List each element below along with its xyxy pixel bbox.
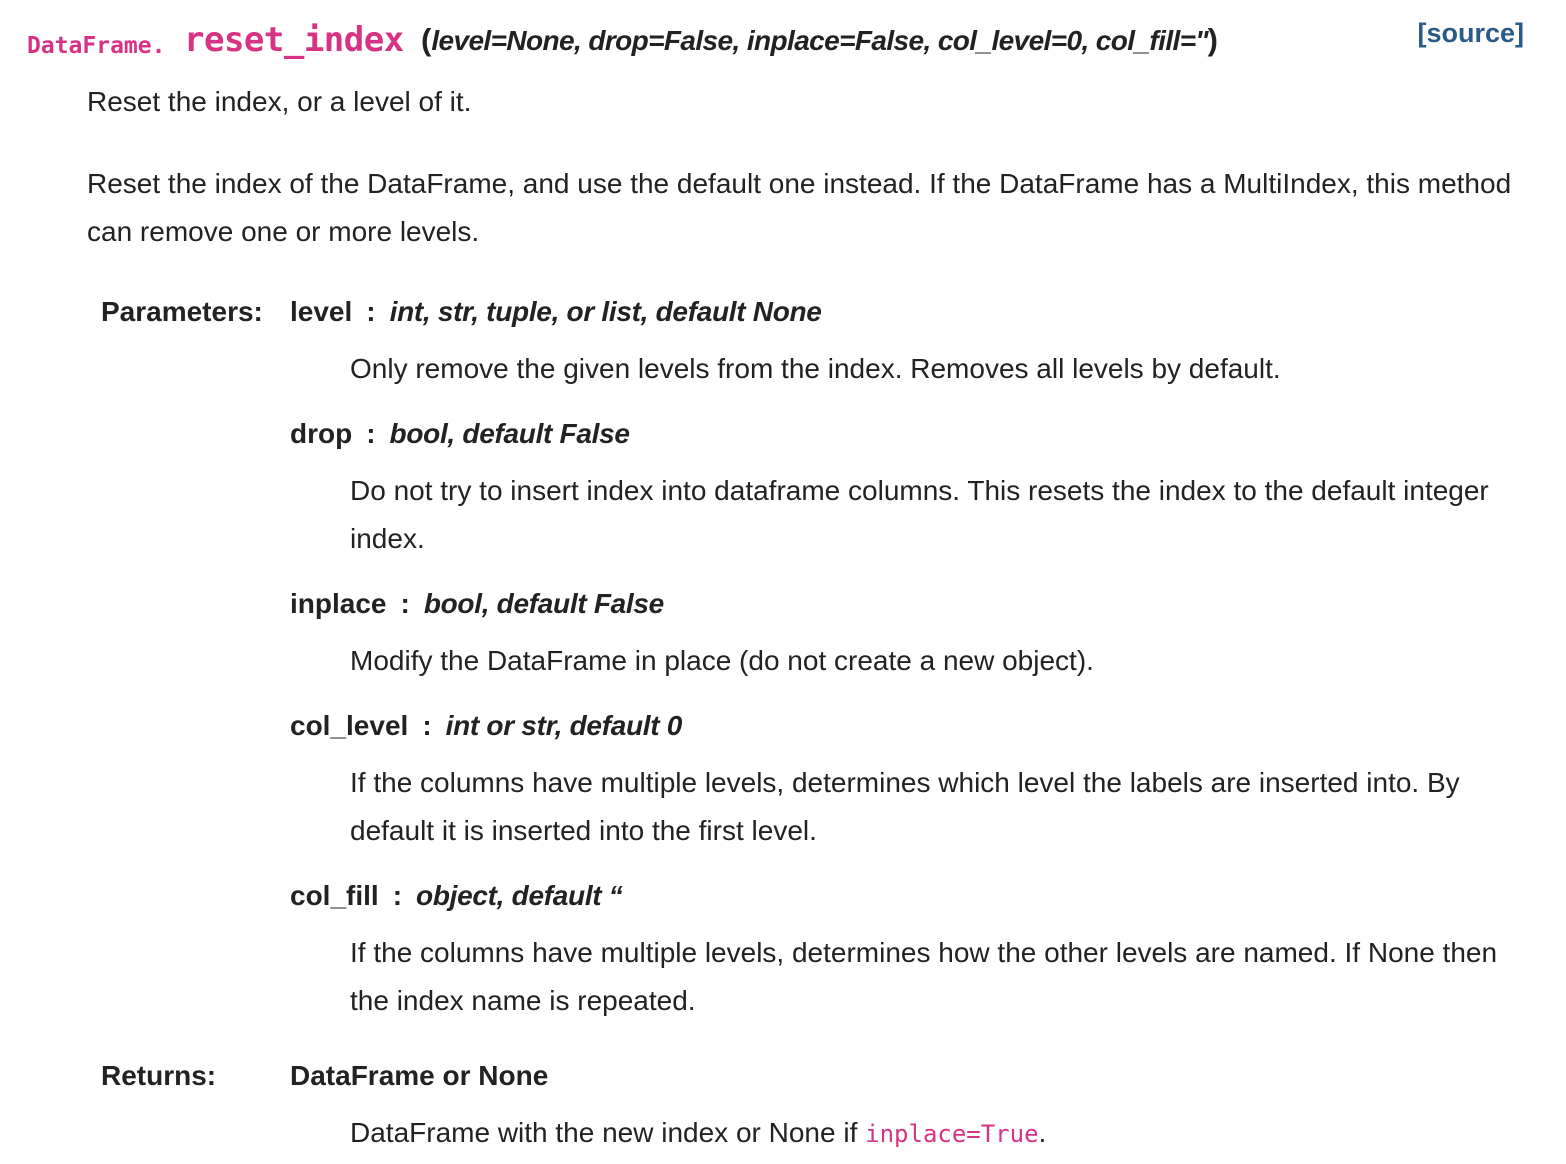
param-drop-description: Do not try to insert index into datafram… xyxy=(350,475,1489,554)
param-name: drop xyxy=(290,418,353,449)
signature-open-paren: ( xyxy=(421,22,432,57)
signature-parameters: (level=None, drop=False, inplace=False, … xyxy=(421,22,1218,58)
param-name: level xyxy=(290,296,353,327)
param-inplace-header: inplace: bool, default False xyxy=(290,588,664,619)
param-level-header: level: int, str, tuple, or list, default … xyxy=(290,296,822,327)
param-drop-header: drop: bool, default False xyxy=(290,418,630,449)
param-col-fill-description: If the columns have multiple levels, det… xyxy=(350,937,1498,1016)
param-col-fill-header: col_fill: object, default “ xyxy=(290,880,623,911)
returns-label: Returns: xyxy=(101,1060,217,1091)
summary-text: Reset the index, or a level of it. xyxy=(87,86,472,117)
param-level-description: Only remove the given levels from the in… xyxy=(350,353,1281,384)
signature-class-prefix: DataFrame. xyxy=(27,33,166,59)
source-link[interactable]: [source] xyxy=(1417,18,1524,49)
param-name: col_level xyxy=(290,710,409,741)
returns-desc-end: . xyxy=(1038,1117,1047,1148)
signature-close-paren: ) xyxy=(1207,22,1218,57)
param-type: int or str, default 0 xyxy=(445,710,683,741)
signature-args: level=None, drop=False, inplace=False, c… xyxy=(431,25,1208,56)
param-type: int, str, tuple, or list, default None xyxy=(389,296,822,327)
param-type: object, default “ xyxy=(416,880,623,911)
description-text: Reset the index of the DataFrame, and us… xyxy=(87,168,1512,247)
param-type: bool, default False xyxy=(423,588,664,619)
param-col-level-description: If the columns have multiple levels, det… xyxy=(350,767,1460,846)
parameters-label: Parameters: xyxy=(101,296,263,327)
returns-description: DataFrame with the new index or None if … xyxy=(350,1109,1520,1158)
returns-inline-code: inplace=True xyxy=(865,1120,1039,1148)
param-col-level-header: col_level: int or str, default 0 xyxy=(290,710,683,741)
param-name: col_fill xyxy=(290,880,379,911)
returns-type: DataFrame or None xyxy=(290,1060,549,1091)
param-name: inplace xyxy=(290,588,387,619)
returns-desc-text: DataFrame with the new index or None if xyxy=(350,1117,866,1148)
method-signature: DataFrame. reset_index (level=None, drop… xyxy=(27,18,1527,68)
signature-method-name: reset_index xyxy=(184,20,404,60)
param-type: bool, default False xyxy=(389,418,630,449)
param-inplace-description: Modify the DataFrame in place (do not cr… xyxy=(350,645,1094,676)
